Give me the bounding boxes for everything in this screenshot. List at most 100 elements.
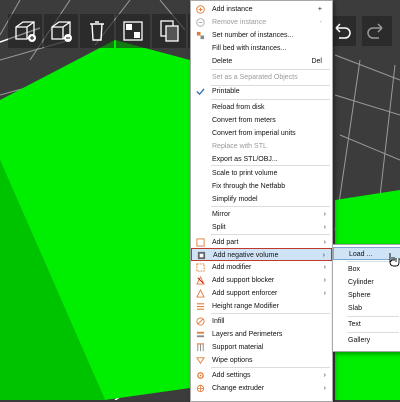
menu-item-label: Remove instance — [212, 19, 267, 26]
menu-item-shortcut: + — [317, 6, 322, 13]
copy-icon — [160, 20, 179, 42]
menu-separator — [347, 316, 399, 317]
wipe-icon — [196, 357, 205, 365]
copy-button[interactable] — [152, 14, 186, 48]
modifier-icon — [196, 263, 205, 272]
submenu-item-slab[interactable]: Slab — [333, 302, 400, 315]
menu-item-reload-from-disk[interactable]: Reload from disk — [191, 101, 332, 114]
submenu-item-text[interactable]: Text — [333, 318, 400, 331]
submenu-item-label: Text — [348, 321, 361, 328]
menu-item-label: Mirror — [212, 211, 231, 218]
arrange-icon — [123, 21, 143, 41]
menu-item-add-instance[interactable]: Add instance + — [191, 3, 332, 16]
menu-item-add-support-blocker[interactable]: Add support blocker › — [191, 274, 332, 287]
support-material-icon — [196, 343, 205, 352]
menu-item-label: Printable — [212, 88, 240, 95]
menu-item-split[interactable]: Split › — [191, 221, 332, 234]
menu-item-label: Add negative volume — [213, 252, 279, 259]
menu-separator — [211, 99, 330, 100]
settings-icon — [197, 372, 204, 379]
add-object-icon — [15, 21, 36, 42]
menu-item-convert-from-imperial[interactable]: Convert from imperial units — [191, 127, 332, 140]
menu-item-infill[interactable]: Infill — [191, 315, 332, 328]
menu-item-label: Add part — [212, 239, 239, 246]
submenu-item-sphere[interactable]: Sphere — [333, 289, 400, 302]
menu-item-label: Delete — [212, 58, 233, 65]
menu-item-label: Height range Modifier — [212, 303, 279, 310]
menu-item-label: Add support enforcer — [212, 290, 278, 297]
undo-redo-group — [326, 16, 392, 46]
submenu-item-label: Cylinder — [348, 279, 374, 286]
height-range-icon — [196, 303, 205, 310]
chevron-right-icon: › — [323, 264, 326, 271]
submenu-item-label: Sphere — [348, 292, 371, 299]
submenu-item-label: Box — [348, 266, 361, 273]
layers-icon — [196, 331, 205, 338]
delete-button[interactable] — [44, 14, 78, 48]
redo-icon — [367, 23, 383, 39]
chevron-right-icon: › — [323, 211, 326, 218]
chevron-right-icon: › — [322, 252, 325, 259]
menu-item-fix-through-netfabb[interactable]: Fix through the Netfabb — [191, 180, 332, 193]
menu-separator — [211, 69, 330, 70]
submenu-item-gallery[interactable]: Gallery — [333, 334, 400, 347]
instances-icon — [196, 31, 205, 40]
menu-item-printable[interactable]: Printable — [191, 85, 332, 98]
menu-item-label: Export as STL/OBJ... — [212, 156, 278, 163]
menu-separator — [211, 367, 330, 368]
submenu-item-label: Gallery — [348, 337, 371, 344]
chevron-right-icon: › — [323, 290, 326, 297]
menu-item-scale-to-print-volume[interactable]: Scale to print volume — [191, 167, 332, 180]
menu-item-label: Change extruder — [212, 385, 265, 392]
menu-separator — [211, 313, 330, 314]
menu-item-label: Infill — [212, 318, 225, 325]
menu-item-change-extruder[interactable]: Change extruder › — [191, 382, 332, 395]
menu-item-add-modifier[interactable]: Add modifier › — [191, 261, 332, 274]
menu-item-set-number-of-instances[interactable]: Set number of instances... — [191, 29, 332, 42]
menu-item-label: Add modifier — [212, 264, 252, 271]
menu-item-label: Wipe options — [212, 357, 253, 364]
menu-item-simplify-model[interactable]: Simplify model — [191, 193, 332, 206]
menu-item-add-support-enforcer[interactable]: Add support enforcer › — [191, 287, 332, 300]
delete-icon — [51, 21, 72, 42]
menu-item-wipe-options[interactable]: Wipe options — [191, 354, 332, 367]
chevron-right-icon: › — [323, 224, 326, 231]
menu-item-support-material[interactable]: Support material — [191, 341, 332, 354]
menu-separator — [211, 165, 330, 166]
support-enforcer-icon — [196, 289, 205, 298]
menu-separator — [347, 332, 399, 333]
submenu-item-label: Slab — [348, 305, 363, 312]
delete-all-button[interactable] — [80, 14, 114, 48]
checkmark-icon — [196, 88, 205, 96]
menu-item-label: Add settings — [212, 372, 251, 379]
chevron-right-icon: › — [323, 372, 326, 379]
menu-item-label: Add support blocker — [212, 277, 275, 284]
add-object-button[interactable] — [8, 14, 42, 48]
menu-item-mirror[interactable]: Mirror › — [191, 208, 332, 221]
menu-item-label: Replace with STL — [212, 143, 267, 150]
menu-item-convert-from-meters[interactable]: Convert from meters — [191, 114, 332, 127]
menu-item-height-range-modifier[interactable]: Height range Modifier — [191, 300, 332, 313]
minus-circle-icon — [196, 18, 205, 27]
menu-item-replace-with-stl[interactable]: Replace with STL — [191, 140, 332, 153]
menu-item-label: Split — [212, 224, 226, 231]
menu-item-label: Convert from meters — [212, 117, 276, 124]
negative-volume-icon — [197, 251, 206, 260]
extruder-icon — [196, 384, 205, 393]
submenu-item-cylinder[interactable]: Cylinder — [333, 276, 400, 289]
menu-item-set-as-separated-objects[interactable]: Set as a Separated Objects — [191, 71, 332, 84]
menu-item-label: Set number of instances... — [212, 32, 294, 39]
add-part-icon — [196, 238, 205, 247]
menu-item-add-negative-volume[interactable]: Add negative volume › — [191, 248, 332, 261]
menu-item-delete[interactable]: Delete Del — [191, 55, 332, 68]
redo-button[interactable] — [362, 16, 392, 46]
menu-item-layers-and-perimeters[interactable]: Layers and Perimeters — [191, 328, 332, 341]
menu-item-fill-bed[interactable]: Fill bed with instances... — [191, 42, 332, 55]
chevron-right-icon: › — [323, 239, 326, 246]
menu-item-label: Support material — [212, 344, 264, 351]
menu-item-remove-instance[interactable]: Remove instance - — [191, 16, 332, 29]
menu-item-add-settings[interactable]: Add settings › — [191, 369, 332, 382]
menu-item-label: Fill bed with instances... — [212, 45, 287, 52]
arrange-button[interactable] — [116, 14, 150, 48]
menu-item-label: Set as a Separated Objects — [212, 74, 298, 81]
